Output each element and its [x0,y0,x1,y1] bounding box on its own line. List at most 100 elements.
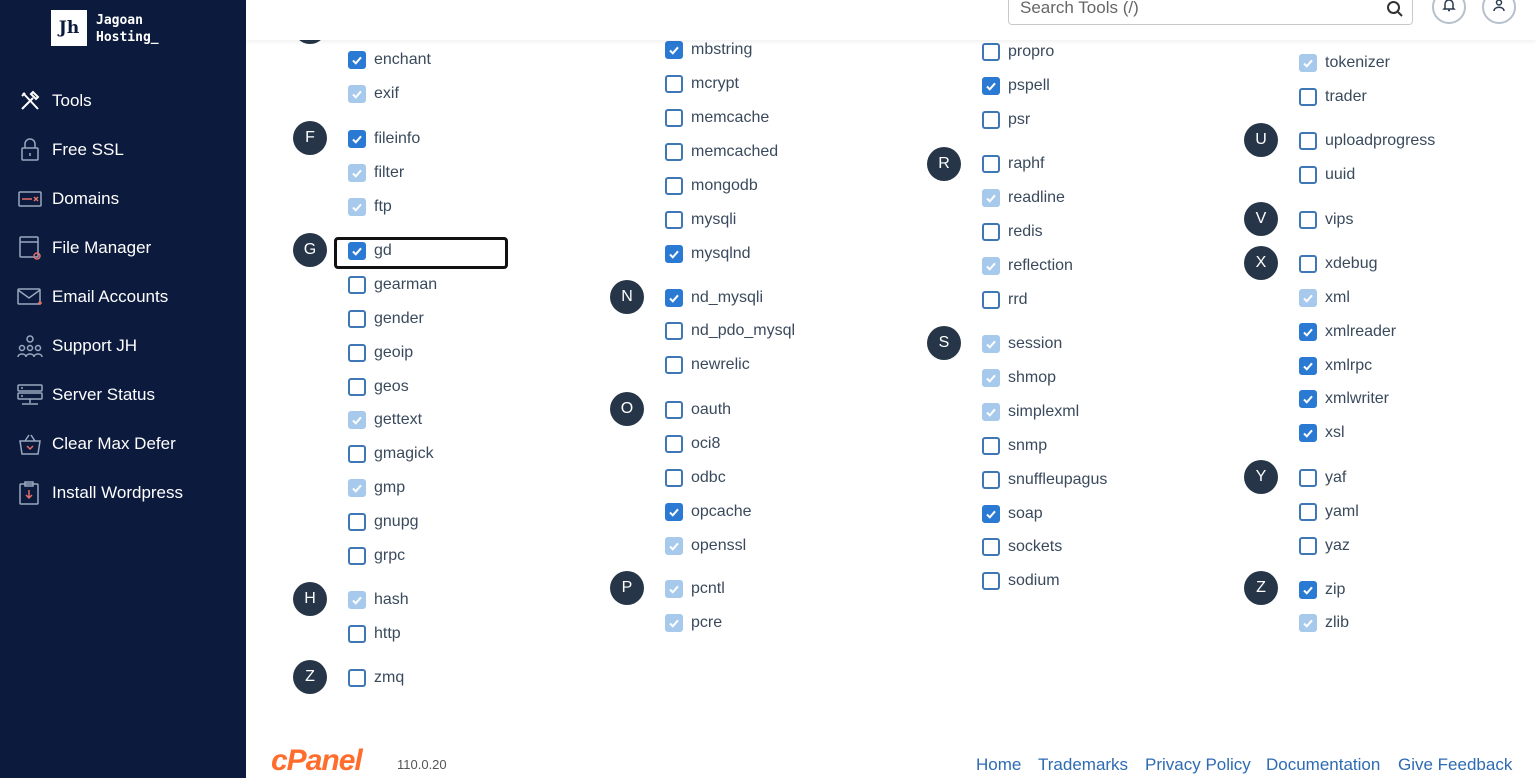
extension-checkbox[interactable] [982,223,1000,241]
bell-icon [1442,0,1456,17]
extension-checkbox[interactable] [665,435,683,453]
extension-zlib: zlib [1299,611,1349,635]
extension-checkbox [665,537,683,555]
extension-readline: readline [982,186,1065,210]
extension-checkbox[interactable] [1299,357,1317,375]
extension-label: yaz [1325,537,1350,554]
extension-checkbox[interactable] [665,143,683,161]
extension-soap: soap [982,502,1043,526]
extension-rrd: rrd [982,288,1028,312]
extension-checkbox[interactable] [982,291,1000,309]
extension-checkbox[interactable] [982,538,1000,556]
extension-checkbox[interactable] [1299,88,1317,106]
sidebar-item-file-manager[interactable]: File Manager [17,233,151,263]
extension-checkbox[interactable] [348,625,366,643]
extension-checkbox[interactable] [982,471,1000,489]
extension-nd-pdo-mysql: nd_pdo_mysql [665,319,795,343]
extension-checkbox[interactable] [1299,323,1317,341]
sidebar-item-free-ssl[interactable]: Free SSL [17,135,124,165]
extension-checkbox[interactable] [348,547,366,565]
extension-checkbox[interactable] [1299,390,1317,408]
extension-psr: psr [982,108,1030,132]
footer-link-documentation[interactable]: Documentation [1266,755,1380,775]
extension-label: pcre [691,614,723,631]
brand-logo[interactable]: Jh [51,10,87,46]
sidebar-item-support-jh[interactable]: Support JH [17,331,137,361]
extension-checkbox[interactable] [1299,503,1317,521]
extension-checkbox[interactable] [348,378,366,396]
extension-checkbox[interactable] [1299,537,1317,555]
extension-label: nd_mysqli [691,289,764,306]
user-menu-button[interactable] [1482,0,1516,24]
extension-label: propro [1008,43,1055,60]
notifications-button[interactable] [1432,0,1466,24]
extension-checkbox [982,369,1000,387]
footer-link-privacy-policy[interactable]: Privacy Policy [1145,755,1251,775]
footer-link-home[interactable]: Home [976,755,1021,775]
extension-shmop: shmop [982,366,1056,390]
extension-checkbox[interactable] [665,245,683,263]
extension-checkbox[interactable] [1299,166,1317,184]
extension-checkbox[interactable] [665,177,683,195]
extension-checkbox[interactable] [982,43,1000,61]
support-icon [17,333,43,359]
extension-checkbox[interactable] [665,401,683,419]
extension-checkbox[interactable] [665,109,683,127]
sidebar-item-email-accounts[interactable]: Email Accounts [17,282,168,312]
sidebar-item-label: Email Accounts [52,287,169,306]
extension-checkbox[interactable] [982,111,1000,129]
extension-label: gender [374,310,424,327]
extension-checkbox[interactable] [1299,255,1317,273]
extension-checkbox[interactable] [348,51,366,69]
extension-label: raphf [1008,155,1045,172]
sidebar-item-clear-max-defer[interactable]: Clear Max Defer [17,429,176,459]
letter-badge: S [927,326,961,360]
footer-link-trademarks[interactable]: Trademarks [1038,755,1128,775]
extension-checkbox[interactable] [665,469,683,487]
extension-checkbox[interactable] [1299,132,1317,150]
extension-checkbox[interactable] [1299,469,1317,487]
sidebar-item-server-status[interactable]: Server Status [17,380,155,410]
extension-checkbox [982,189,1000,207]
extension-uploadprogress: uploadprogress [1299,129,1435,153]
extension-checkbox[interactable] [665,211,683,229]
extension-checkbox[interactable] [665,289,683,307]
extension-checkbox[interactable] [982,505,1000,523]
extension-xml: xml [1299,286,1350,310]
sidebar-item-install-wordpress[interactable]: Install Wordpress [17,478,183,508]
extension-reflection: reflection [982,254,1073,278]
search-input[interactable] [1018,0,1382,19]
extension-checkbox[interactable] [665,322,683,340]
extension-checkbox[interactable] [348,310,366,328]
extension-checkbox[interactable] [348,513,366,531]
extension-checkbox[interactable] [348,669,366,687]
search-icon[interactable] [1386,0,1404,23]
extension-checkbox[interactable] [982,437,1000,455]
extension-label: http [374,625,401,642]
extension-checkbox[interactable] [665,41,683,59]
extension-checkbox [348,85,366,103]
extension-label: mongodb [691,177,758,194]
extension-trader: trader [1299,85,1367,109]
extension-checkbox[interactable] [348,445,366,463]
extension-pspell: pspell [982,74,1050,98]
extension-snuffleupagus: snuffleupagus [982,468,1107,492]
extension-mongodb: mongodb [665,174,758,198]
extension-checkbox[interactable] [665,503,683,521]
user-icon [1492,0,1506,17]
extension-checkbox[interactable] [665,356,683,374]
extension-checkbox[interactable] [1299,211,1317,229]
extension-checkbox[interactable] [1299,424,1317,442]
extension-xdebug: xdebug [1299,252,1378,276]
extension-checkbox[interactable] [348,276,366,294]
extension-checkbox[interactable] [348,344,366,362]
extension-checkbox[interactable] [348,130,366,148]
extension-checkbox[interactable] [982,77,1000,95]
footer-link-give-feedback[interactable]: Give Feedback [1398,755,1512,775]
extension-checkbox[interactable] [982,155,1000,173]
sidebar-item-tools[interactable]: Tools [17,86,92,116]
extension-checkbox[interactable] [665,75,683,93]
extension-checkbox[interactable] [982,572,1000,590]
extension-checkbox[interactable] [1299,581,1317,599]
sidebar-item-domains[interactable]: Domains [17,184,119,214]
